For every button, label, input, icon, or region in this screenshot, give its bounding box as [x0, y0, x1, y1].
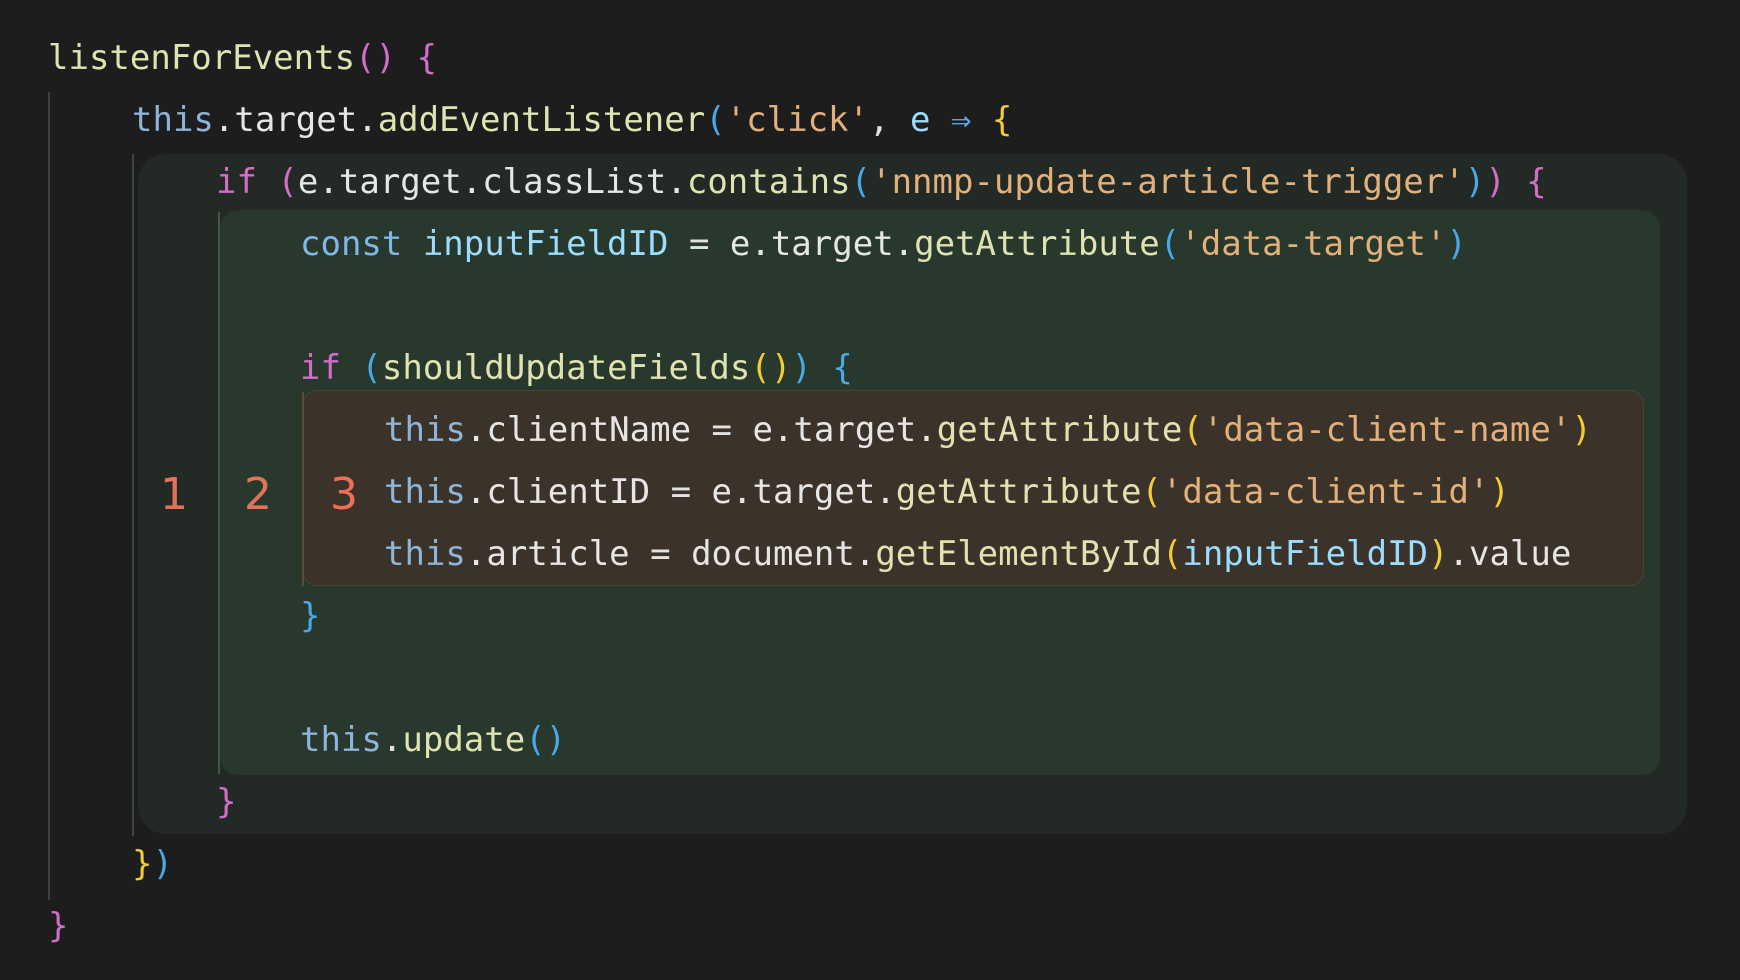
token-method: getAttribute	[895, 472, 1142, 512]
token-this: this	[384, 472, 466, 512]
token-paren: )	[1446, 224, 1467, 264]
token-function-call: shouldUpdateFields	[381, 348, 751, 388]
code-line-10[interactable]: this.update()	[300, 709, 566, 771]
indent-guide-4	[302, 392, 304, 586]
nesting-level-label-1: 1	[160, 469, 188, 520]
token-method: getElementById	[875, 534, 1162, 574]
token-this: this	[384, 410, 466, 450]
token-this: this	[384, 534, 466, 574]
token-parens: ()	[525, 720, 567, 760]
token-string: 'data-target'	[1180, 224, 1447, 264]
token-operator: =	[668, 224, 730, 264]
token-paren: (	[256, 162, 298, 202]
nesting-level-label-2: 2	[244, 469, 272, 520]
token-parens: ()	[355, 38, 396, 78]
code-line-7[interactable]: this.clientID = e.target.getAttribute('d…	[384, 461, 1510, 523]
token-this: this	[132, 100, 214, 140]
token-paren: )	[1428, 534, 1449, 574]
code-line-5[interactable]: if (shouldUpdateFields()) {	[300, 337, 853, 399]
token-variable: inputFieldID	[1182, 534, 1429, 574]
nesting-level-label-3: 3	[330, 469, 358, 520]
token-string: 'data-client-name'	[1202, 410, 1572, 450]
token-object: e.target.	[752, 410, 937, 450]
token-brace: }	[132, 844, 153, 884]
code-line-11[interactable]: }	[216, 771, 236, 833]
code-line-9[interactable]: }	[300, 585, 320, 647]
indent-guide-1	[48, 92, 50, 900]
token-string: 'nnmp-update-article-trigger'	[871, 162, 1465, 202]
token-paren: (	[850, 162, 872, 202]
token-brace: {	[811, 348, 853, 388]
token-method: getAttribute	[914, 224, 1160, 264]
code-line-2[interactable]: this.target.addEventListener('click', e …	[132, 89, 1012, 151]
token-method: update	[402, 720, 526, 760]
token-paren: )	[791, 348, 812, 388]
token-paren: (	[340, 348, 382, 388]
token-comma: ,	[868, 100, 910, 140]
token-paren: )	[1489, 472, 1510, 512]
token-keyword-if: if	[300, 348, 341, 388]
token-keyword-const: const	[300, 224, 403, 264]
code-editor[interactable]: 1 2 3 listenForEvents() { this.target.ad…	[0, 0, 1740, 980]
code-line-13[interactable]: }	[48, 895, 68, 957]
token-paren: (	[1182, 410, 1203, 450]
token-paren: (	[1141, 472, 1162, 512]
token-variable: inputFieldID	[402, 224, 669, 264]
token-string: 'data-client-id'	[1161, 472, 1490, 512]
code-line-8[interactable]: this.article = document.getElementById(i…	[384, 523, 1571, 585]
token-parens: ()	[750, 348, 792, 388]
token-dot: .	[381, 720, 403, 760]
token-paren: (	[1159, 224, 1181, 264]
token-operator: =	[629, 534, 692, 574]
token-object: document.	[691, 534, 876, 574]
token-property: .value	[1448, 534, 1572, 574]
token-paren: )	[1485, 162, 1506, 202]
token-property: .article	[465, 534, 630, 574]
token-brace: }	[216, 782, 237, 822]
token-method: addEventListener	[377, 100, 706, 140]
token-method: getAttribute	[936, 410, 1183, 450]
arrow-icon: ⇒	[930, 100, 992, 140]
token-paren: )	[1571, 410, 1592, 450]
indent-guide-2	[132, 154, 134, 836]
token-object: e.target.	[729, 224, 915, 264]
token-dot: .	[357, 100, 378, 140]
code-line-1[interactable]: listenForEvents() {	[48, 27, 437, 89]
token-brace: {	[1505, 162, 1547, 202]
token-param: e	[909, 100, 931, 140]
token-operator: =	[691, 410, 753, 450]
token-property: target	[234, 100, 358, 140]
token-brace: {	[396, 38, 437, 78]
code-line-12[interactable]: })	[132, 833, 173, 895]
token-dot: .	[213, 100, 235, 140]
token-brace: }	[48, 906, 69, 946]
token-paren: )	[152, 844, 173, 884]
token-paren: )	[1464, 162, 1486, 202]
token-string: 'click'	[725, 100, 869, 140]
token-property: .clientName	[465, 410, 692, 450]
code-line-3[interactable]: if (e.target.classList.contains('nnmp-up…	[216, 151, 1547, 213]
token-brace: {	[991, 100, 1013, 140]
token-paren: (	[705, 100, 726, 140]
token-this: this	[300, 720, 382, 760]
code-line-4[interactable]: const inputFieldID = e.target.getAttribu…	[300, 213, 1467, 275]
token-brace: }	[300, 596, 321, 636]
token-object: e.target.	[711, 472, 896, 512]
token-function-name: listenForEvents	[48, 38, 356, 78]
token-operator: =	[650, 472, 712, 512]
token-object: e.target.classList.	[297, 162, 687, 202]
token-method: contains	[686, 162, 851, 202]
token-property: .clientID	[465, 472, 651, 512]
token-keyword-if: if	[216, 162, 257, 202]
indent-guide-3	[218, 212, 220, 774]
code-line-6[interactable]: this.clientName = e.target.getAttribute(…	[384, 399, 1592, 461]
token-paren: (	[1161, 534, 1183, 574]
